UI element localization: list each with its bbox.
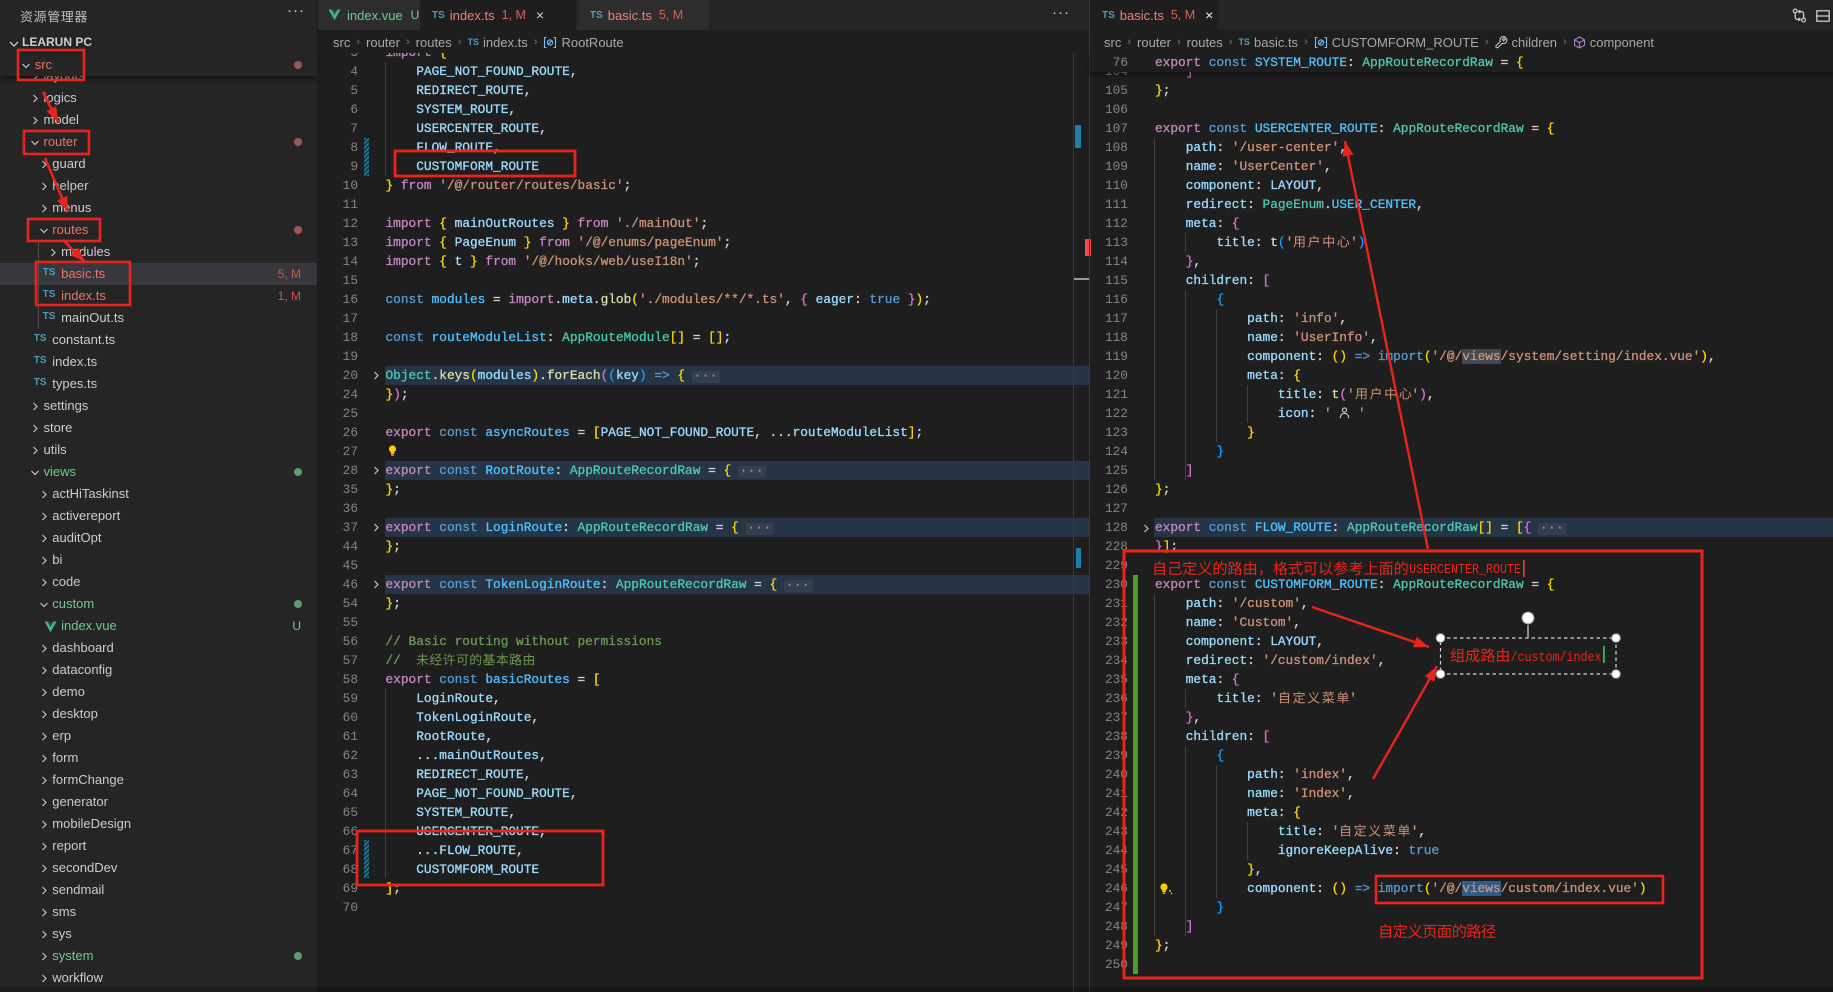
svg-text:/custom/index: /custom/index — [1511, 650, 1602, 666]
